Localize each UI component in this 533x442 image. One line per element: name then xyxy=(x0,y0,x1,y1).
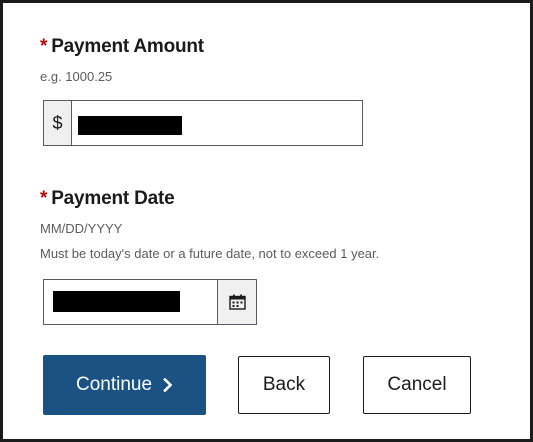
calendar-icon xyxy=(228,294,246,310)
payment-date-label-text: Payment Date xyxy=(51,188,175,209)
payment-amount-label-text: Payment Amount xyxy=(51,36,204,57)
calendar-button[interactable] xyxy=(217,280,256,324)
payment-date-field[interactable] xyxy=(43,279,257,325)
cancel-button[interactable]: Cancel xyxy=(363,356,471,414)
payment-date-label: * Payment Date xyxy=(40,188,175,210)
payment-amount-label: * Payment Amount xyxy=(40,36,204,58)
payment-amount-hint: e.g. 1000.25 xyxy=(40,69,113,84)
back-button-label: Back xyxy=(262,374,306,395)
continue-button[interactable]: Continue xyxy=(43,355,206,415)
payment-amount-input[interactable] xyxy=(72,101,362,145)
payment-form-panel: * Payment Amount e.g. 1000.25 $ * Payment … xyxy=(0,0,533,442)
back-button[interactable]: Back xyxy=(238,356,330,414)
payment-date-rule-hint: Must be today's date or a future date, n… xyxy=(40,246,380,261)
chevron-right-icon xyxy=(163,378,173,392)
redacted-amount-value xyxy=(78,116,182,135)
redacted-date-value xyxy=(53,291,180,312)
required-marker: * xyxy=(40,36,48,57)
payment-date-format-hint: MM/DD/YYYY xyxy=(40,221,123,236)
payment-amount-field[interactable]: $ xyxy=(43,100,363,146)
cancel-button-label: Cancel xyxy=(387,374,447,395)
required-marker: * xyxy=(40,188,48,209)
continue-button-label: Continue xyxy=(75,374,153,395)
currency-prefix: $ xyxy=(44,101,72,145)
payment-date-input[interactable] xyxy=(44,280,217,324)
